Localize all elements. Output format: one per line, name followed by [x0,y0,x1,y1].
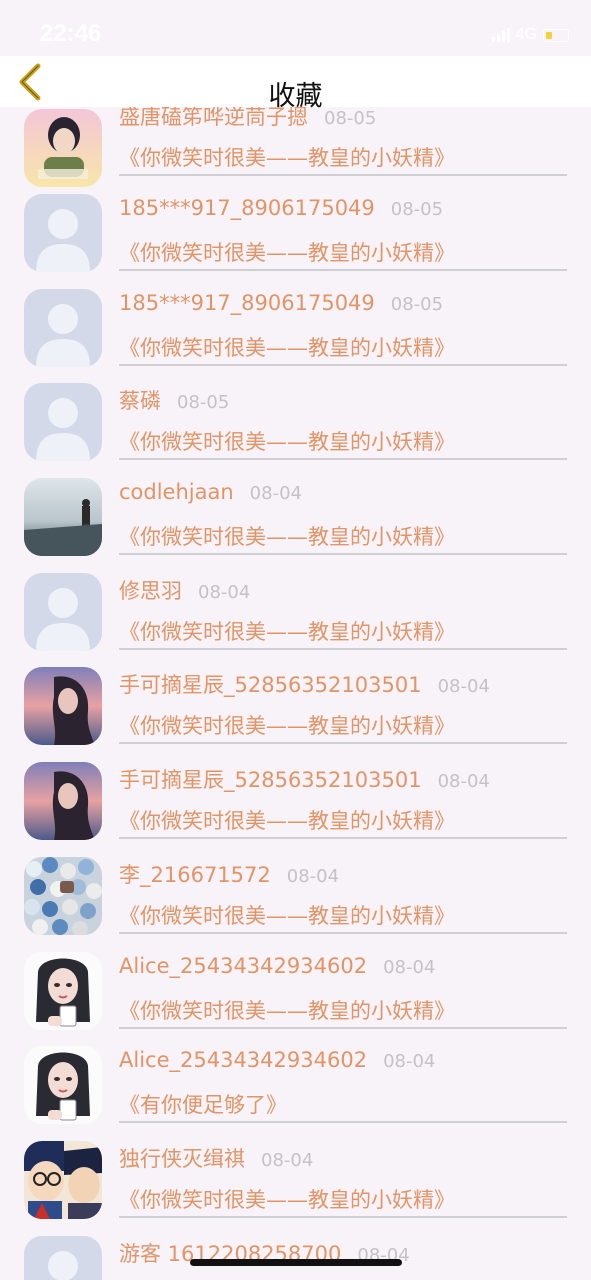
book-title[interactable]: 《你微笑时很美——教皇的小妖精》 [119,995,455,1025]
battery-icon [543,28,569,42]
user-name: 修思羽 [119,578,182,603]
book-title[interactable]: 《你微笑时很美——教皇的小妖精》 [119,237,455,267]
user-name: 185***917_8906175049 [119,196,375,220]
user-name: 李_216671572 [119,862,271,887]
user-name-line: 手可摘星辰_52856352103501 08-04 [119,764,490,794]
divider [119,1121,567,1124]
item-date: 08-04 [198,581,251,603]
book-title[interactable]: 《有你便足够了》 [119,1089,287,1119]
list-item[interactable]: 蔡磷 08-05 《你微笑时很美——教皇的小妖精》 [0,381,591,476]
item-date: 08-05 [177,392,230,414]
book-title[interactable]: 《你微笑时很美——教皇的小妖精》 [119,426,455,456]
list-item[interactable]: 独行侠灭缉祺 08-04 《你微笑时很美——教皇的小妖精》 [0,1139,591,1234]
user-name-line: 盛唐磕笫哗逆茼子摁 08-05 [119,107,376,131]
list-item[interactable]: Alice_25434342934602 08-04 《有你便足够了》 [0,1044,591,1139]
list-item[interactable]: 手可摘星辰_52856352103501 08-04 《你微笑时很美——教皇的小妖精… [0,760,591,855]
user-name-line: 李_216671572 08-04 [119,859,339,889]
book-title[interactable]: 《你微笑时很美——教皇的小妖精》 [119,142,455,172]
divider [119,458,567,461]
list-item[interactable]: 185***917_8906175049 08-05 《你微笑时很美——教皇的小妖精… [0,192,591,287]
status-time: 22:46 [40,20,102,47]
item-date: 08-04 [437,676,490,698]
user-name-line: codlehjaan 08-04 [119,480,302,504]
divider [119,553,567,556]
user-name-line: 蔡磷 08-05 [119,385,229,415]
book-title[interactable]: 《你微笑时很美——教皇的小妖精》 [119,805,455,835]
item-date: 08-04 [383,1051,436,1073]
user-name-line: 修思羽 08-04 [119,575,250,605]
list-item[interactable]: 盛唐磕笫哗逆茼子摁 08-05 《你微笑时很美——教皇的小妖精》 [0,107,591,192]
divider [119,269,567,271]
item-date: 08-05 [324,108,377,129]
user-name-line: 手可摘星辰_52856352103501 08-04 [119,669,490,699]
list-item[interactable]: 修思羽 08-04 《你微笑时很美——教皇的小妖精》 [0,571,591,666]
user-name: codlehjaan [119,480,234,505]
divider [119,647,567,650]
book-title[interactable]: 《你微笑时很美——教皇的小妖精》 [119,710,455,740]
list-item[interactable]: 手可摘星辰_52856352103501 08-04 《你微笑时很美——教皇的小妖精… [0,665,591,760]
signal-icon [491,28,510,42]
network-type: 4G [515,26,537,43]
divider [119,174,567,176]
list-item[interactable]: Alice_25434342934602 08-04 《你微笑时很美——教皇的小妖精… [0,950,591,1045]
user-name-line: 185***917_8906175049 08-05 [119,291,443,315]
user-name: 独行侠灭缉祺 [119,1146,245,1171]
avatar[interactable] [24,288,102,367]
avatar[interactable] [24,478,102,557]
book-title[interactable]: 《你微笑时很美——教皇的小妖精》 [119,332,455,362]
favorites-list: 盛唐磕笫哗逆茼子摁 08-05 《你微笑时很美——教皇的小妖精》 185***917_… [0,107,591,1280]
user-name-line: 185***917_8906175049 08-05 [119,196,443,220]
user-name: Alice_25434342934602 [119,953,368,978]
avatar[interactable] [24,572,102,651]
divider [119,742,567,745]
item-date: 08-04 [383,956,436,978]
home-indicator[interactable] [190,1259,402,1266]
divider [119,931,567,934]
user-name-line: Alice_25434342934602 08-04 [119,954,435,978]
divider [119,837,567,840]
item-date: 08-04 [261,1149,314,1171]
divider [119,1026,567,1029]
user-name: 盛唐磕笫哗逆茼子摁 [119,107,308,129]
list-item[interactable]: codlehjaan 08-04 《你微笑时很美——教皇的小妖精》 [0,476,591,571]
avatar[interactable] [24,856,102,935]
book-title[interactable]: 《你微笑时很美——教皇的小妖精》 [119,616,455,646]
user-name: 蔡磷 [119,389,161,414]
avatar[interactable] [24,109,102,187]
status-indicators: 4G [491,26,569,44]
user-name-line: 独行侠灭缉祺 08-04 [119,1143,313,1173]
book-title[interactable]: 《你微笑时很美——教皇的小妖精》 [119,521,455,551]
avatar[interactable] [24,194,102,272]
avatar[interactable] [24,1140,102,1219]
item-date: 08-04 [249,483,302,505]
nav-bar: 收藏 [0,56,591,112]
item-date: 08-05 [390,199,444,220]
avatar[interactable] [24,951,102,1030]
divider [119,363,567,366]
divider [119,1215,567,1218]
user-name: 手可摘星辰_52856352103501 [119,673,422,698]
avatar[interactable] [24,667,102,746]
user-name-line: Alice_25434342934602 08-04 [119,1048,435,1072]
list-item[interactable]: 李_216671572 08-04 《你微笑时很美——教皇的小妖精》 [0,855,591,950]
book-title[interactable]: 《你微笑时很美——教皇的小妖精》 [119,1184,455,1214]
user-name: 185***917_8906175049 [119,290,375,315]
book-title[interactable]: 《你微笑时很美——教皇的小妖精》 [119,900,455,930]
list-item[interactable]: 185***917_8906175049 08-05 《你微笑时很美——教皇的小妖精… [0,287,591,382]
status-bar: 22:46 4G [0,0,591,58]
avatar[interactable] [24,383,102,462]
list-item[interactable]: 游客 1612208258700 08-04 [0,1234,591,1280]
user-name: Alice_25434342934602 [119,1048,368,1073]
user-name: 手可摘星辰_52856352103501 [119,768,422,793]
item-date: 08-04 [437,771,490,793]
item-date: 08-04 [286,865,340,887]
avatar[interactable] [24,1235,102,1280]
item-date: 08-05 [390,293,444,315]
avatar[interactable] [24,762,102,841]
avatar[interactable] [24,1046,102,1125]
